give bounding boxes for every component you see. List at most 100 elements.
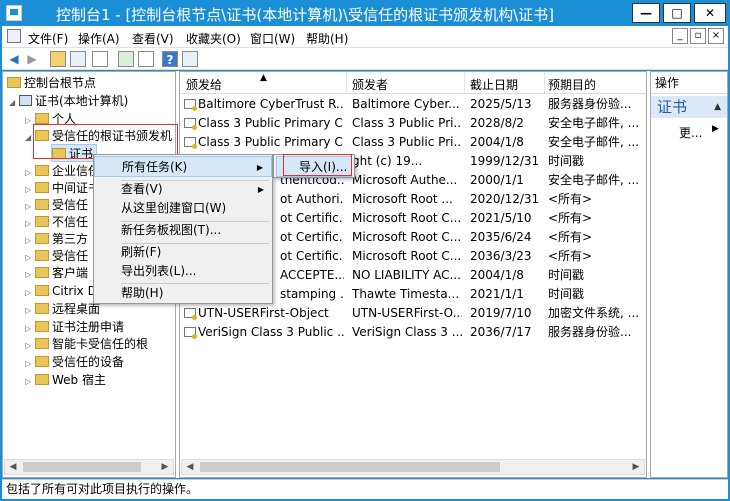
tree-item-untrusted[interactable]: ▷ 不信任 [25,213,88,231]
status-bar: 包括了所有可对此项目执行的操作。 [2,479,728,499]
tree-item-certificates-selected[interactable]: 证书 [51,144,98,162]
up-folder-icon[interactable] [50,51,66,67]
folder-icon [35,356,49,367]
menu-favorites[interactable]: 收藏夹(O) [186,30,241,47]
tree-item-client-auth[interactable]: ▷ 客户端 [25,264,88,282]
table-row[interactable]: Class 3 Public Primary C... Class 3 Publi… [180,133,646,152]
tree-item-personal[interactable]: ▷ 个人 [25,110,76,128]
folder-icon [35,199,49,210]
ctx-all-tasks[interactable]: 所有任务(K) ▶ [94,156,272,177]
folder-icon [35,233,49,244]
tree-item-trusted-devices[interactable]: ▷ 受信任的设备 [25,353,124,371]
table-row[interactable]: Class 3 Public Primary C... Class 3 Publi… [180,114,646,133]
title-bar: 控制台1 - [控制台根节点\证书(本地计算机)\受信任的根证书颁发机构\证书]… [0,0,730,26]
minimize-button[interactable]: — [632,3,660,23]
scroll-thumb[interactable] [200,462,500,472]
tree-item-trusted-publishers[interactable]: ▷ 受信任 [25,196,88,214]
show-action-pane-icon[interactable] [182,51,198,67]
folder-icon [35,182,49,193]
close-button[interactable]: ✕ [694,3,726,23]
table-row[interactable]: Baltimore CyberTrust R... Baltimore Cyber… [180,95,646,114]
folder-open-icon [52,148,66,159]
folder-icon [35,165,49,176]
folder-icon [7,77,21,88]
tree-item-intermediate[interactable]: ▷ 中间证书 [25,179,100,197]
folder-icon [35,130,49,141]
copy-icon[interactable] [92,51,108,67]
tree-item-cert-enrollment[interactable]: ▷ 证书注册申请 [25,318,124,336]
ctx-help[interactable]: 帮助(H) [94,283,272,304]
menu-action[interactable]: 操作(A) [78,30,120,47]
ctx-import[interactable]: 导入(I)... [276,156,352,177]
actions-pane: 操作 证书 ▲ 更... ▶ [650,71,728,478]
actions-section-certificates[interactable]: 证书 ▲ [651,96,727,118]
refresh-icon[interactable] [118,51,134,67]
folder-icon [35,285,49,296]
scroll-right-icon[interactable]: ▶ [157,460,173,474]
expanded-arrow-icon[interactable]: ◢ [9,94,19,112]
tree-item-local-computer-certs[interactable]: ◢ 证书(本地计算机) [9,92,128,110]
certificate-icon [184,99,197,111]
folder-icon [35,250,49,261]
mdi-minimize-button[interactable]: _ [672,28,688,44]
scroll-left-icon[interactable]: ◀ [182,460,198,474]
list-horizontal-scrollbar[interactable]: ◀ ▶ [181,459,645,475]
tree-horizontal-scrollbar[interactable]: ◀ ▶ [4,459,174,475]
ctx-refresh[interactable]: 刷新(F) [94,242,272,263]
tree-item-third-party[interactable]: ▷ 第三方 [25,230,88,248]
menu-window[interactable]: 窗口(W) [250,30,295,47]
table-row[interactable]: UTN-USERFirst-Object UTN-USERFirst-O... 20… [180,304,646,323]
tree-item-citrix[interactable]: ▷ Citrix D [25,282,97,300]
tree-item-smartcard-root[interactable]: ▷ 智能卡受信任的根 [25,335,148,353]
tree-root[interactable]: 控制台根节点 [7,74,96,92]
ctx-new-window[interactable]: 从这里创建窗口(W) [94,198,272,219]
list-header: 颁发给 ▲ 颁发者 截止日期 预期目的 [180,72,646,94]
certificate-icon [184,308,197,320]
context-menu: 所有任务(K) ▶ 查看(V) ▶ 从这里创建窗口(W) 新任务板视图(T)... … [93,154,273,304]
scroll-left-icon[interactable]: ◀ [5,460,21,474]
menu-help[interactable]: 帮助(H) [306,30,348,47]
tree-item-trusted-people[interactable]: ▷ 受信任 [25,247,88,265]
folder-icon [35,267,49,278]
column-header-purposes[interactable]: 预期目的 [548,76,596,93]
tree-item-web-hosting[interactable]: ▷ Web 宿主 [25,371,106,389]
tree-item-enterprise-trust[interactable]: ▷ 企业信任 [25,162,100,180]
back-arrow-icon[interactable]: ◀ [6,51,22,67]
collapse-up-icon[interactable]: ▲ [714,96,721,118]
column-header-issued-by[interactable]: 颁发者 [352,76,388,93]
tree-item-trusted-root[interactable]: ◢ 受信任的根证书颁发机 [25,127,172,145]
mdi-close-button[interactable]: × [708,28,724,44]
all-tasks-submenu: 导入(I)... [273,154,355,178]
column-header-expiration[interactable]: 截止日期 [470,76,518,93]
column-header-issued-to[interactable]: 颁发给 [186,76,222,93]
console-document-icon[interactable] [7,29,21,43]
submenu-arrow-icon: ▶ [712,124,719,134]
sort-ascending-icon: ▲ [260,73,267,83]
scroll-thumb[interactable] [23,462,141,472]
help-icon[interactable]: ? [162,51,178,67]
maximize-button[interactable]: □ [663,3,691,23]
certificate-store-icon [19,95,32,106]
menu-file[interactable]: 文件(F) [28,30,68,47]
folder-icon [35,374,49,385]
scroll-right-icon[interactable]: ▶ [628,460,644,474]
collapsed-arrow-icon[interactable]: ▷ [25,373,35,391]
actions-more[interactable]: 更... ▶ [679,124,719,141]
actions-header: 操作 [651,72,727,94]
tree-item-remote-desktop[interactable]: ▷ 远程桌面 [25,300,100,318]
submenu-arrow-icon: ▶ [257,185,264,194]
menu-view[interactable]: 查看(V) [132,30,174,47]
folder-icon [35,303,49,314]
folder-icon [35,338,49,349]
certificate-icon [184,137,197,149]
forward-arrow-icon[interactable]: ▶ [24,51,40,67]
expanded-arrow-icon[interactable]: ◢ [25,129,35,147]
ctx-export-list[interactable]: 导出列表(L)... [94,261,272,282]
ctx-view[interactable]: 查看(V) ▶ [94,179,272,200]
table-row[interactable]: VeriSign Class 3 Public ... VeriSign Clas… [180,323,646,342]
ctx-new-taskpad[interactable]: 新任务板视图(T)... [94,220,272,241]
submenu-arrow-icon: ▶ [256,163,263,172]
export-list-icon[interactable] [138,51,154,67]
mdi-restore-button[interactable]: ▫ [690,28,706,44]
show-tree-icon[interactable] [70,51,86,67]
